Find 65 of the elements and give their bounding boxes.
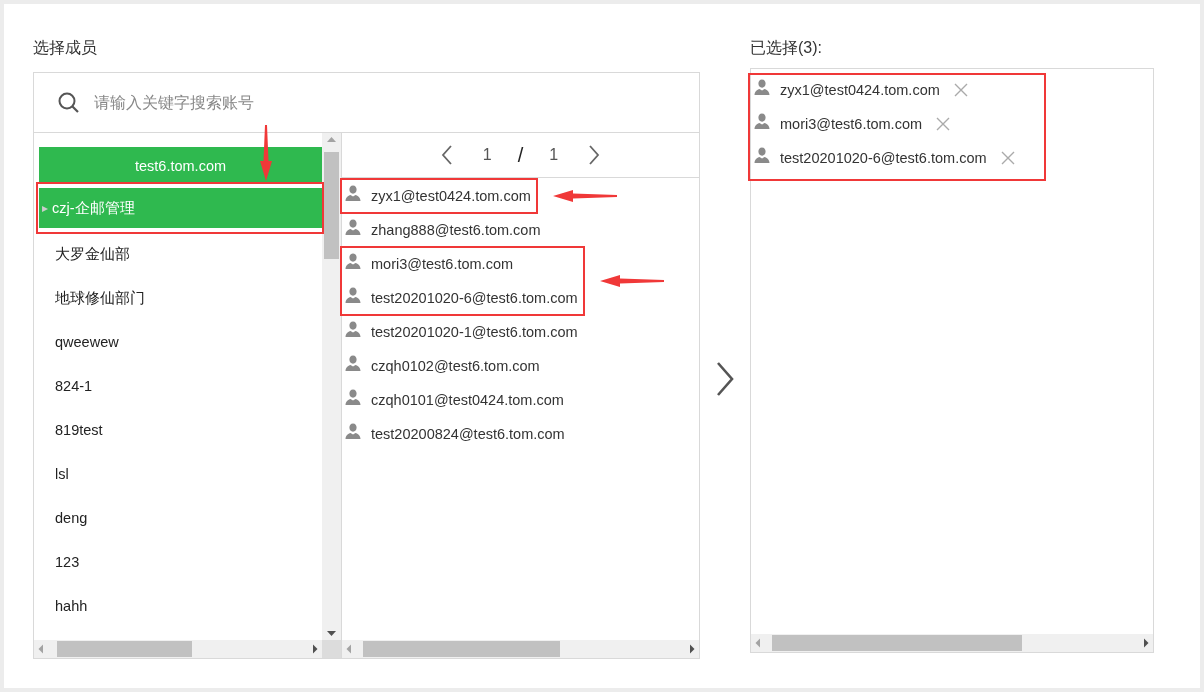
scrollbar-thumb[interactable] bbox=[363, 641, 560, 657]
member-item[interactable]: czqh0102@test6.tom.com bbox=[342, 349, 699, 383]
person-icon bbox=[344, 286, 362, 304]
member-email: czqh0101@test0424.tom.com bbox=[371, 392, 564, 408]
scrollbar[interactable] bbox=[751, 634, 1153, 652]
person-icon bbox=[753, 146, 771, 164]
member-item[interactable]: test20201020-1@test6.tom.com bbox=[342, 315, 699, 349]
member-item[interactable]: test20201020-6@test6.tom.com bbox=[342, 281, 582, 315]
member-email: test20201020-6@test6.tom.com bbox=[780, 150, 987, 166]
person-icon bbox=[344, 422, 362, 440]
member-item[interactable]: czqh0101@test0424.tom.com bbox=[342, 383, 699, 417]
person-icon bbox=[344, 320, 362, 338]
page-separator: / bbox=[517, 143, 524, 167]
scrollbar[interactable] bbox=[34, 640, 322, 658]
page-number: 1 bbox=[482, 146, 492, 164]
member-email: czqh0102@test6.tom.com bbox=[371, 358, 540, 374]
selected-member[interactable]: zyx1@test0424.tom.com bbox=[751, 73, 1020, 107]
department-item[interactable]: deng bbox=[39, 496, 322, 540]
search-icon bbox=[58, 91, 80, 114]
department-item[interactable]: 大罗金仙部 bbox=[39, 232, 322, 276]
member-email: test20201020-6@test6.tom.com bbox=[371, 290, 578, 306]
scrollbar-thumb[interactable] bbox=[57, 641, 192, 657]
scrollbar-thumb[interactable] bbox=[324, 152, 339, 259]
arrow-drawing bbox=[552, 190, 617, 202]
person-icon bbox=[753, 78, 771, 96]
department-item[interactable]: hahh bbox=[39, 584, 322, 628]
member-email: zhang888@test6.tom.com bbox=[371, 222, 541, 238]
add-button[interactable] bbox=[715, 360, 735, 397]
department-item[interactable]: 824-1 bbox=[39, 364, 322, 408]
person-icon bbox=[753, 112, 771, 130]
department-item[interactable]: 123 bbox=[39, 540, 322, 584]
member-item[interactable]: test20200824@test6.tom.com bbox=[342, 417, 699, 451]
selected-member[interactable]: test20201020-6@test6.tom.com bbox=[751, 141, 1020, 175]
department-label: czj-企邮管理 bbox=[52, 198, 135, 218]
member-email: test20200824@test6.tom.com bbox=[371, 426, 565, 442]
scrollbar[interactable] bbox=[342, 640, 699, 658]
close-icon[interactable] bbox=[999, 150, 1016, 166]
member-email: zyx1@test0424.tom.com bbox=[371, 188, 531, 204]
person-icon bbox=[344, 184, 362, 202]
scrollbar-thumb[interactable] bbox=[772, 635, 1022, 651]
person-icon bbox=[344, 218, 362, 236]
previous-page-button[interactable] bbox=[440, 145, 453, 165]
member-item[interactable]: zhang888@test6.tom.com bbox=[342, 213, 699, 247]
person-icon bbox=[344, 388, 362, 406]
selected-member[interactable]: mori3@test6.tom.com bbox=[751, 107, 1020, 141]
department-item[interactable]: qweewew bbox=[39, 320, 322, 364]
member-email: mori3@test6.tom.com bbox=[780, 116, 923, 132]
member-email: mori3@test6.tom.com bbox=[371, 256, 514, 272]
section-title: 已选择(3): bbox=[750, 38, 823, 58]
member-email: zyx1@test0424.tom.com bbox=[780, 82, 940, 98]
section-title: 选择成员 bbox=[33, 38, 98, 58]
department-item[interactable]: lsl bbox=[39, 452, 322, 496]
close-icon[interactable] bbox=[952, 82, 969, 98]
member-item[interactable]: mori3@test6.tom.com bbox=[342, 247, 582, 281]
member-item[interactable]: zyx1@test0424.tom.com bbox=[342, 179, 535, 213]
page-total: 1 bbox=[549, 146, 559, 164]
next-page-button[interactable] bbox=[588, 145, 601, 165]
department-item[interactable]: 819test bbox=[39, 408, 322, 452]
member-email: test20201020-1@test6.tom.com bbox=[371, 324, 578, 340]
scrollbar[interactable] bbox=[322, 133, 341, 640]
department-item[interactable]: 地球修仙部门 bbox=[39, 276, 322, 320]
person-icon bbox=[344, 252, 362, 270]
arrow-drawing bbox=[599, 275, 664, 287]
close-icon[interactable] bbox=[935, 116, 952, 132]
person-icon bbox=[344, 354, 362, 372]
